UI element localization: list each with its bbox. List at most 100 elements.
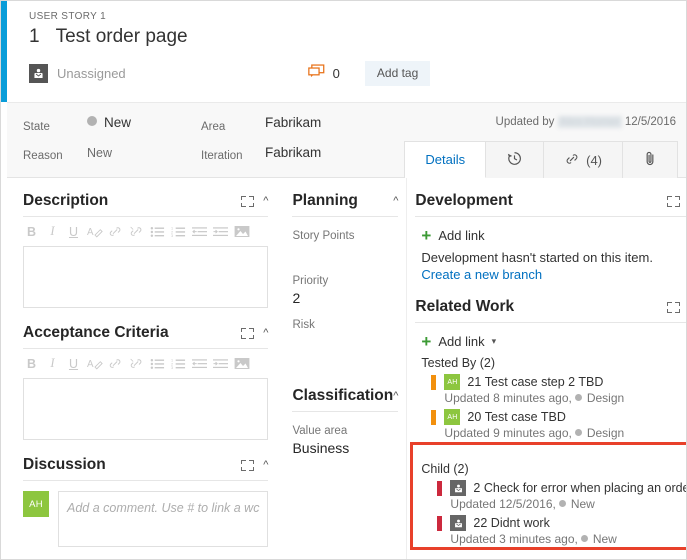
acceptance-criteria-input[interactable] — [23, 378, 269, 440]
assignment-row: Unassigned 0 Add tag — [29, 61, 686, 86]
image-icon[interactable] — [233, 355, 250, 372]
bold-icon[interactable]: B — [23, 223, 40, 240]
reason-value: New — [87, 146, 113, 160]
list-item[interactable]: 22 Didnt work Updated 3 minutes ago, New — [437, 515, 686, 546]
comment-input[interactable]: Add a comment. Use # to link a wc — [58, 491, 269, 547]
indent-icon[interactable] — [212, 223, 229, 240]
italic-icon[interactable]: I — [44, 223, 61, 240]
numbered-list-icon[interactable]: 1 2 3 — [170, 355, 187, 372]
expand-icon[interactable] — [666, 195, 680, 207]
unlink-icon[interactable] — [128, 223, 145, 240]
tab-history[interactable] — [486, 142, 545, 178]
discussion-count[interactable]: 0 — [307, 64, 340, 83]
expand-icon[interactable] — [241, 459, 255, 471]
reason-value-cell[interactable]: New — [87, 144, 112, 162]
outdent-icon[interactable] — [191, 223, 208, 240]
updated-by-name: Alex Homer — [557, 116, 622, 128]
discussion-compose-row: AH Add a comment. Use # to link a wc — [23, 491, 269, 547]
underline-icon[interactable]: U — [65, 223, 82, 240]
expand-icon[interactable] — [241, 327, 255, 339]
section-description: Description ^ B I U A 1 2 3 — [23, 192, 269, 308]
tab-links-count: (4) — [586, 152, 602, 168]
section-development: Development ^ + Add link Development has… — [415, 192, 686, 282]
chevron-up-icon[interactable]: ^ — [263, 459, 268, 471]
value-area-value[interactable]: Business — [292, 440, 398, 456]
indent-icon[interactable] — [212, 355, 229, 372]
avatar: AH — [23, 491, 49, 517]
list-item-meta: Updated 8 minutes ago, Design — [444, 391, 625, 405]
planning-title: Planning — [292, 192, 358, 209]
link-icon[interactable] — [107, 223, 124, 240]
tab-details[interactable]: Details — [405, 142, 487, 178]
link-icon[interactable] — [107, 355, 124, 372]
list-item-title[interactable]: 21 Test case step 2 TBD — [467, 375, 603, 389]
avatar: AH — [444, 409, 461, 425]
area-value: Fabrikam — [265, 115, 322, 130]
plus-icon: + — [421, 332, 432, 351]
tab-attachments[interactable] — [623, 142, 677, 178]
history-icon — [506, 150, 523, 170]
image-icon[interactable] — [233, 223, 250, 240]
development-title: Development — [415, 192, 513, 209]
area-label: Area — [201, 121, 226, 133]
area-value-cell[interactable]: Fabrikam — [265, 114, 321, 132]
list-item-title[interactable]: 22 Didnt work — [473, 516, 549, 530]
clear-format-icon[interactable]: A — [86, 355, 103, 372]
list-item[interactable]: AH 20 Test case TBD Updated 9 minutes ag… — [431, 409, 686, 440]
link-group-child: Child (2) 2 Check for error when placing… — [415, 452, 686, 546]
work-item-type-bar — [437, 480, 443, 496]
assignee-label[interactable]: Unassigned — [57, 66, 126, 81]
list-item-meta: Updated 12/5/2016, New — [450, 497, 595, 511]
section-acceptance-criteria: Acceptance Criteria ^ B I U A 1 2 3 — [23, 324, 269, 440]
add-tag-button[interactable]: Add tag — [364, 61, 431, 86]
create-branch-link[interactable]: Create a new branch — [421, 267, 686, 282]
chevron-down-icon[interactable]: ▾ — [492, 336, 497, 347]
description-input[interactable] — [23, 246, 269, 308]
list-item-title[interactable]: 2 Check for error when placing an order — [473, 481, 686, 495]
underline-icon[interactable]: U — [65, 355, 82, 372]
link-group-tested-by: Tested By (2) AH 21 Test case step 2 TBD… — [415, 356, 686, 440]
expand-icon[interactable] — [241, 195, 255, 207]
chevron-up-icon[interactable]: ^ — [393, 195, 398, 207]
classification-title: Classification — [292, 387, 394, 404]
expand-icon[interactable] — [666, 301, 680, 313]
chevron-up-icon[interactable]: ^ — [263, 195, 268, 207]
page-title[interactable]: Test order page — [56, 26, 188, 48]
list-item-meta: Updated 3 minutes ago, New — [450, 532, 617, 546]
classification-header: Classification ^ — [292, 387, 399, 412]
work-item-type-bar — [437, 515, 443, 531]
iteration-value-cell[interactable]: Fabrikam — [265, 144, 321, 162]
related-work-add-link-button[interactable]: + Add link ▾ — [421, 332, 686, 351]
svg-text:3: 3 — [171, 366, 173, 370]
chevron-up-icon[interactable]: ^ — [393, 390, 398, 402]
list-item[interactable]: AH 21 Test case step 2 TBD Updated 8 min… — [431, 374, 686, 405]
section-related-work: Related Work ^ + Add link ▾ Tested By (2… — [415, 298, 687, 546]
link-icon — [564, 151, 580, 170]
clear-format-icon[interactable]: A — [86, 223, 103, 240]
outdent-icon[interactable] — [191, 355, 208, 372]
updated-by-prefix: Updated by — [495, 116, 555, 129]
story-points-value[interactable] — [292, 245, 398, 262]
italic-icon[interactable]: I — [44, 355, 61, 372]
bold-icon[interactable]: B — [23, 355, 40, 372]
work-item-type-bar — [431, 409, 437, 425]
development-add-link-button[interactable]: + Add link — [421, 227, 686, 244]
list-item[interactable]: 2 Check for error when placing an order … — [437, 480, 686, 511]
risk-value[interactable] — [292, 334, 398, 351]
acceptance-criteria-header: Acceptance Criteria ^ — [23, 324, 269, 349]
form-body: Description ^ B I U A 1 2 3 Acceptance C… — [7, 178, 686, 559]
state-value: New — [104, 115, 132, 130]
tab-links[interactable]: (4) — [544, 142, 623, 178]
bullet-list-icon[interactable] — [149, 355, 166, 372]
state-label: State — [23, 121, 50, 133]
updated-date: 12/5/2016 — [624, 116, 676, 129]
list-item-title[interactable]: 20 Test case TBD — [467, 410, 565, 424]
related-work-actions: ^ — [666, 301, 687, 313]
unlink-icon[interactable] — [128, 355, 145, 372]
bullet-list-icon[interactable] — [149, 223, 166, 240]
list-item-row: AH 21 Test case step 2 TBD — [431, 374, 686, 390]
priority-value[interactable]: 2 — [292, 290, 398, 306]
state-value-cell[interactable]: New — [87, 114, 131, 132]
chevron-up-icon[interactable]: ^ — [263, 327, 268, 339]
numbered-list-icon[interactable]: 1 2 3 — [170, 223, 187, 240]
